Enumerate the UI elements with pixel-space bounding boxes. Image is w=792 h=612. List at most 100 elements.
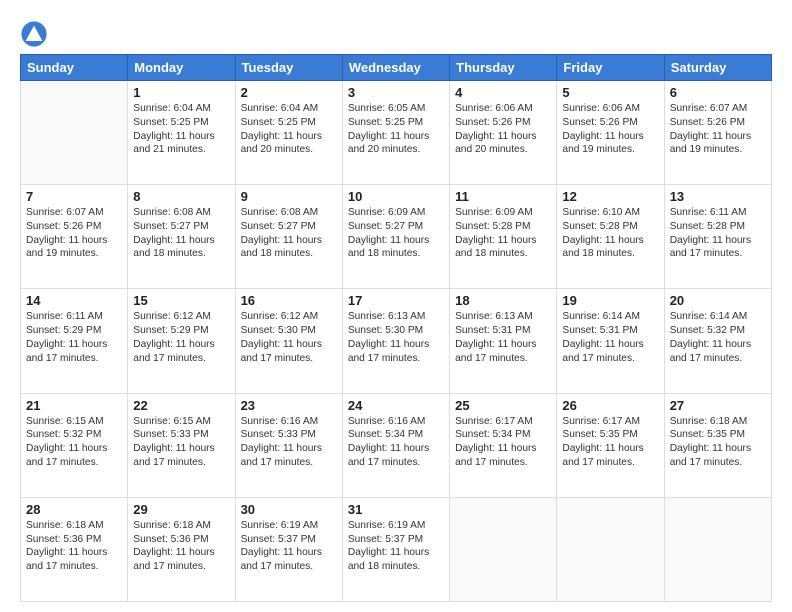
day-info: Sunrise: 6:04 AM Sunset: 5:25 PM Dayligh… — [133, 102, 229, 157]
day-number: 23 — [241, 398, 337, 413]
calendar-week-row: 21 Sunrise: 6:15 AM Sunset: 5:32 PM Dayli… — [21, 393, 772, 497]
calendar-table: SundayMondayTuesdayWednesdayThursdayFrid… — [20, 54, 772, 602]
day-number: 31 — [348, 502, 444, 517]
day-number: 26 — [562, 398, 658, 413]
day-number: 19 — [562, 293, 658, 308]
day-info: Sunrise: 6:13 AM Sunset: 5:30 PM Dayligh… — [348, 310, 444, 365]
calendar-cell — [21, 81, 128, 185]
day-number: 28 — [26, 502, 122, 517]
day-info: Sunrise: 6:14 AM Sunset: 5:32 PM Dayligh… — [670, 310, 766, 365]
day-info: Sunrise: 6:07 AM Sunset: 5:26 PM Dayligh… — [26, 206, 122, 261]
calendar-week-row: 28 Sunrise: 6:18 AM Sunset: 5:36 PM Dayli… — [21, 497, 772, 601]
day-number: 8 — [133, 189, 229, 204]
day-number: 10 — [348, 189, 444, 204]
calendar-cell: 17 Sunrise: 6:13 AM Sunset: 5:30 PM Dayli… — [342, 289, 449, 393]
calendar-cell: 15 Sunrise: 6:12 AM Sunset: 5:29 PM Dayli… — [128, 289, 235, 393]
day-info: Sunrise: 6:09 AM Sunset: 5:27 PM Dayligh… — [348, 206, 444, 261]
day-number: 3 — [348, 85, 444, 100]
calendar-header-row: SundayMondayTuesdayWednesdayThursdayFrid… — [21, 55, 772, 81]
calendar-cell: 2Sunrise: 6:04 AM Sunset: 5:25 PM Daylig… — [235, 81, 342, 185]
day-number: 4 — [455, 85, 551, 100]
day-number: 13 — [670, 189, 766, 204]
calendar-cell: 25 Sunrise: 6:17 AM Sunset: 5:34 PM Dayli… — [450, 393, 557, 497]
calendar-cell: 21 Sunrise: 6:15 AM Sunset: 5:32 PM Dayli… — [21, 393, 128, 497]
calendar-cell: 4 Sunrise: 6:06 AM Sunset: 5:26 PM Daylig… — [450, 81, 557, 185]
day-number: 27 — [670, 398, 766, 413]
day-info: Sunrise: 6:18 AM Sunset: 5:36 PM Dayligh… — [26, 519, 122, 574]
day-number: 11 — [455, 189, 551, 204]
day-info: Sunrise: 6:06 AM Sunset: 5:26 PM Dayligh… — [562, 102, 658, 157]
calendar-cell: 1 Sunrise: 6:04 AM Sunset: 5:25 PM Daylig… — [128, 81, 235, 185]
calendar-cell: 18Sunrise: 6:13 AM Sunset: 5:31 PM Dayli… — [450, 289, 557, 393]
day-number: 22 — [133, 398, 229, 413]
calendar-cell — [557, 497, 664, 601]
day-number: 20 — [670, 293, 766, 308]
calendar-cell: 8 Sunrise: 6:08 AM Sunset: 5:27 PM Daylig… — [128, 185, 235, 289]
day-number: 9 — [241, 189, 337, 204]
header-day-saturday: Saturday — [664, 55, 771, 81]
day-info: Sunrise: 6:16 AM Sunset: 5:34 PM Dayligh… — [348, 415, 444, 470]
calendar-cell: 11 Sunrise: 6:09 AM Sunset: 5:28 PM Dayli… — [450, 185, 557, 289]
day-info: Sunrise: 6:17 AM Sunset: 5:34 PM Dayligh… — [455, 415, 551, 470]
day-info: Sunrise: 6:11 AM Sunset: 5:29 PM Dayligh… — [26, 310, 122, 365]
calendar-cell: 13Sunrise: 6:11 AM Sunset: 5:28 PM Dayli… — [664, 185, 771, 289]
day-info: Sunrise: 6:14 AM Sunset: 5:31 PM Dayligh… — [562, 310, 658, 365]
calendar-cell: 23 Sunrise: 6:16 AM Sunset: 5:33 PM Dayli… — [235, 393, 342, 497]
calendar-cell: 28 Sunrise: 6:18 AM Sunset: 5:36 PM Dayli… — [21, 497, 128, 601]
header-day-thursday: Thursday — [450, 55, 557, 81]
day-number: 7 — [26, 189, 122, 204]
day-number: 15 — [133, 293, 229, 308]
day-info: Sunrise: 6:08 AM Sunset: 5:27 PM Dayligh… — [241, 206, 337, 261]
day-info: Sunrise: 6:09 AM Sunset: 5:28 PM Dayligh… — [455, 206, 551, 261]
calendar-cell: 16 Sunrise: 6:12 AM Sunset: 5:30 PM Dayli… — [235, 289, 342, 393]
day-info: Sunrise: 6:08 AM Sunset: 5:27 PM Dayligh… — [133, 206, 229, 261]
calendar-cell: 20 Sunrise: 6:14 AM Sunset: 5:32 PM Dayli… — [664, 289, 771, 393]
day-number: 14 — [26, 293, 122, 308]
day-info: Sunrise: 6:18 AM Sunset: 5:35 PM Dayligh… — [670, 415, 766, 470]
day-info: Sunrise: 6:16 AM Sunset: 5:33 PM Dayligh… — [241, 415, 337, 470]
calendar-cell: 19 Sunrise: 6:14 AM Sunset: 5:31 PM Dayli… — [557, 289, 664, 393]
logo-icon — [20, 20, 48, 48]
calendar-cell: 10 Sunrise: 6:09 AM Sunset: 5:27 PM Dayli… — [342, 185, 449, 289]
header-day-tuesday: Tuesday — [235, 55, 342, 81]
header-day-wednesday: Wednesday — [342, 55, 449, 81]
calendar-cell: 14 Sunrise: 6:11 AM Sunset: 5:29 PM Dayli… — [21, 289, 128, 393]
day-info: Sunrise: 6:12 AM Sunset: 5:29 PM Dayligh… — [133, 310, 229, 365]
calendar-cell: 24 Sunrise: 6:16 AM Sunset: 5:34 PM Dayli… — [342, 393, 449, 497]
day-number: 29 — [133, 502, 229, 517]
header-day-sunday: Sunday — [21, 55, 128, 81]
day-info: Sunrise: 6:05 AM Sunset: 5:25 PM Dayligh… — [348, 102, 444, 157]
logo — [20, 20, 52, 48]
day-info: Sunrise: 6:10 AM Sunset: 5:28 PM Dayligh… — [562, 206, 658, 261]
day-number: 5 — [562, 85, 658, 100]
day-number: 21 — [26, 398, 122, 413]
calendar-cell: 22 Sunrise: 6:15 AM Sunset: 5:33 PM Dayli… — [128, 393, 235, 497]
day-info: Sunrise: 6:17 AM Sunset: 5:35 PM Dayligh… — [562, 415, 658, 470]
calendar-cell — [450, 497, 557, 601]
day-number: 16 — [241, 293, 337, 308]
day-number: 12 — [562, 189, 658, 204]
calendar-week-row: 1 Sunrise: 6:04 AM Sunset: 5:25 PM Daylig… — [21, 81, 772, 185]
day-info: Sunrise: 6:12 AM Sunset: 5:30 PM Dayligh… — [241, 310, 337, 365]
calendar-week-row: 14 Sunrise: 6:11 AM Sunset: 5:29 PM Dayli… — [21, 289, 772, 393]
calendar-week-row: 7 Sunrise: 6:07 AM Sunset: 5:26 PM Daylig… — [21, 185, 772, 289]
page: SundayMondayTuesdayWednesdayThursdayFrid… — [0, 0, 792, 612]
day-number: 24 — [348, 398, 444, 413]
calendar-cell: 9 Sunrise: 6:08 AM Sunset: 5:27 PM Daylig… — [235, 185, 342, 289]
calendar-cell: 27 Sunrise: 6:18 AM Sunset: 5:35 PM Dayli… — [664, 393, 771, 497]
calendar-cell: 12 Sunrise: 6:10 AM Sunset: 5:28 PM Dayli… — [557, 185, 664, 289]
day-number: 17 — [348, 293, 444, 308]
day-number: 25 — [455, 398, 551, 413]
day-info: Sunrise: 6:06 AM Sunset: 5:26 PM Dayligh… — [455, 102, 551, 157]
calendar-cell: 6 Sunrise: 6:07 AM Sunset: 5:26 PM Daylig… — [664, 81, 771, 185]
day-number: 1 — [133, 85, 229, 100]
calendar-cell: 3 Sunrise: 6:05 AM Sunset: 5:25 PM Daylig… — [342, 81, 449, 185]
day-info: Sunrise: 6:15 AM Sunset: 5:33 PM Dayligh… — [133, 415, 229, 470]
calendar-cell: 5 Sunrise: 6:06 AM Sunset: 5:26 PM Daylig… — [557, 81, 664, 185]
day-number: 30 — [241, 502, 337, 517]
day-info: Sunrise: 6:07 AM Sunset: 5:26 PM Dayligh… — [670, 102, 766, 157]
header — [20, 18, 772, 48]
calendar-cell: 29Sunrise: 6:18 AM Sunset: 5:36 PM Dayli… — [128, 497, 235, 601]
day-number: 6 — [670, 85, 766, 100]
day-info: Sunrise: 6:15 AM Sunset: 5:32 PM Dayligh… — [26, 415, 122, 470]
